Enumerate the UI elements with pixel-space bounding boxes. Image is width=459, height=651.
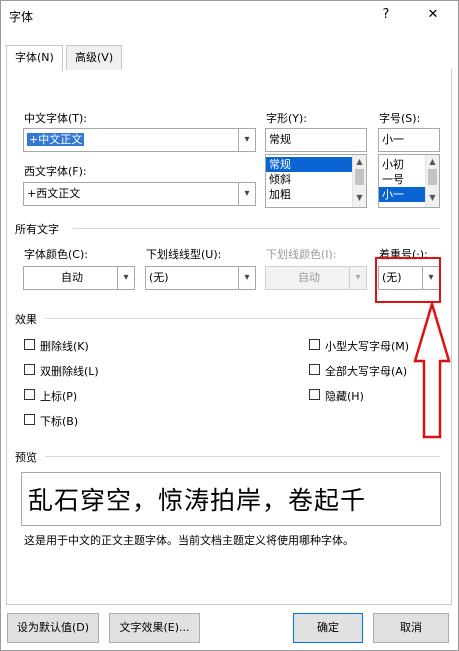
section-divider [45,456,440,457]
chinese-font-value: +中文正文 [27,133,85,146]
style-input[interactable]: 常规 [265,128,367,152]
size-label: 字号(S): [379,112,421,125]
annotation-arrow-icon [413,301,451,439]
style-option[interactable]: 倾斜 [266,172,352,187]
style-option[interactable]: 加粗 [266,187,352,202]
tab-font[interactable]: 字体(N) [6,45,63,71]
section-divider [45,318,440,319]
size-scrollbar[interactable]: ▲ ▼ [425,155,439,207]
checkbox[interactable] [309,339,320,350]
checkbox[interactable] [309,364,320,375]
checkbox-label: 删除线(K) [40,340,89,353]
annotation-highlight-box [375,257,441,303]
size-option[interactable]: 小一 [379,187,425,202]
size-option[interactable]: 一号 [379,172,425,187]
checkbox-label: 双删除线(L) [40,365,99,378]
font-color-label: 字体颜色(C): [24,248,88,261]
underline-color-label: 下划线颜色(I): [266,248,337,261]
chevron-down-icon[interactable]: ▾ [238,183,255,205]
chinese-font-label: 中文字体(T): [24,112,88,125]
chevron-down-icon[interactable]: ▾ [238,129,255,151]
preview-sample-text: 乱石穿空，惊涛拍岸，卷起千 [28,486,367,515]
western-font-label: 西文字体(F): [24,165,87,178]
checkbox-label: 小型大写字母(M) [325,340,410,353]
dialog-title: 字体 [9,10,34,24]
help-button[interactable]: ? [375,5,397,25]
underline-style-label: 下划线线型(U): [146,248,222,261]
western-font-combobox[interactable]: +西文正文 [23,182,256,206]
scroll-down-icon[interactable]: ▼ [426,191,439,205]
ok-button[interactable]: 确定 [293,613,363,643]
style-scrollbar[interactable]: ▲ ▼ [352,155,366,207]
cancel-button[interactable]: 取消 [373,613,449,643]
section-divider [73,228,440,229]
chevron-down-icon: ▾ [349,267,366,289]
checkbox[interactable] [24,389,35,400]
checkbox[interactable] [24,414,35,425]
style-listbox[interactable]: 常规 倾斜 加粗 ▲ ▼ [265,154,367,208]
set-default-button[interactable]: 设为默认值(D) [7,613,99,643]
size-listbox[interactable]: 小初 一号 小一 ▲ ▼ [378,154,440,208]
checkbox-label: 隐藏(H) [325,390,364,403]
checkbox-label: 下标(B) [40,415,79,428]
close-button[interactable]: ✕ [422,5,444,25]
preview-section-label: 预览 [15,451,37,464]
preview-description: 这是用于中文的正文主题字体。当前文档主题定义将使用哪种字体。 [24,534,354,547]
scroll-up-icon[interactable]: ▲ [426,155,439,169]
checkbox-label: 全部大写字母(A) [325,365,408,378]
chevron-down-icon[interactable]: ▾ [238,267,255,289]
size-input[interactable]: 小一 [378,128,440,152]
tab-advanced[interactable]: 高级(V) [66,45,123,70]
checkbox-label: 上标(P) [40,390,78,403]
style-label: 字形(Y): [266,112,308,125]
checkbox[interactable] [24,339,35,350]
scroll-up-icon[interactable]: ▲ [353,155,366,169]
text-effects-button[interactable]: 文字效果(E)... [109,613,200,643]
scroll-down-icon[interactable]: ▼ [353,191,366,205]
checkbox[interactable] [24,364,35,375]
style-option[interactable]: 常规 [266,157,352,172]
chevron-down-icon[interactable]: ▾ [117,267,134,289]
checkbox[interactable] [309,389,320,400]
chinese-font-combobox[interactable]: +中文正文 [23,128,256,152]
size-option[interactable]: 小初 [379,157,425,172]
all-text-section-label: 所有文字 [15,223,59,236]
western-font-value: +西文正文 [27,187,81,200]
effects-section-label: 效果 [15,313,37,326]
font-dialog: 字体 ? ✕ 字体(N) 高级(V) 中文字体(T): +中文正文 ▾ 西文字体… [0,0,459,651]
scroll-thumb[interactable] [355,169,364,185]
scroll-thumb[interactable] [428,169,437,185]
preview-box: 乱石穿空，惊涛拍岸，卷起千 [21,472,441,526]
